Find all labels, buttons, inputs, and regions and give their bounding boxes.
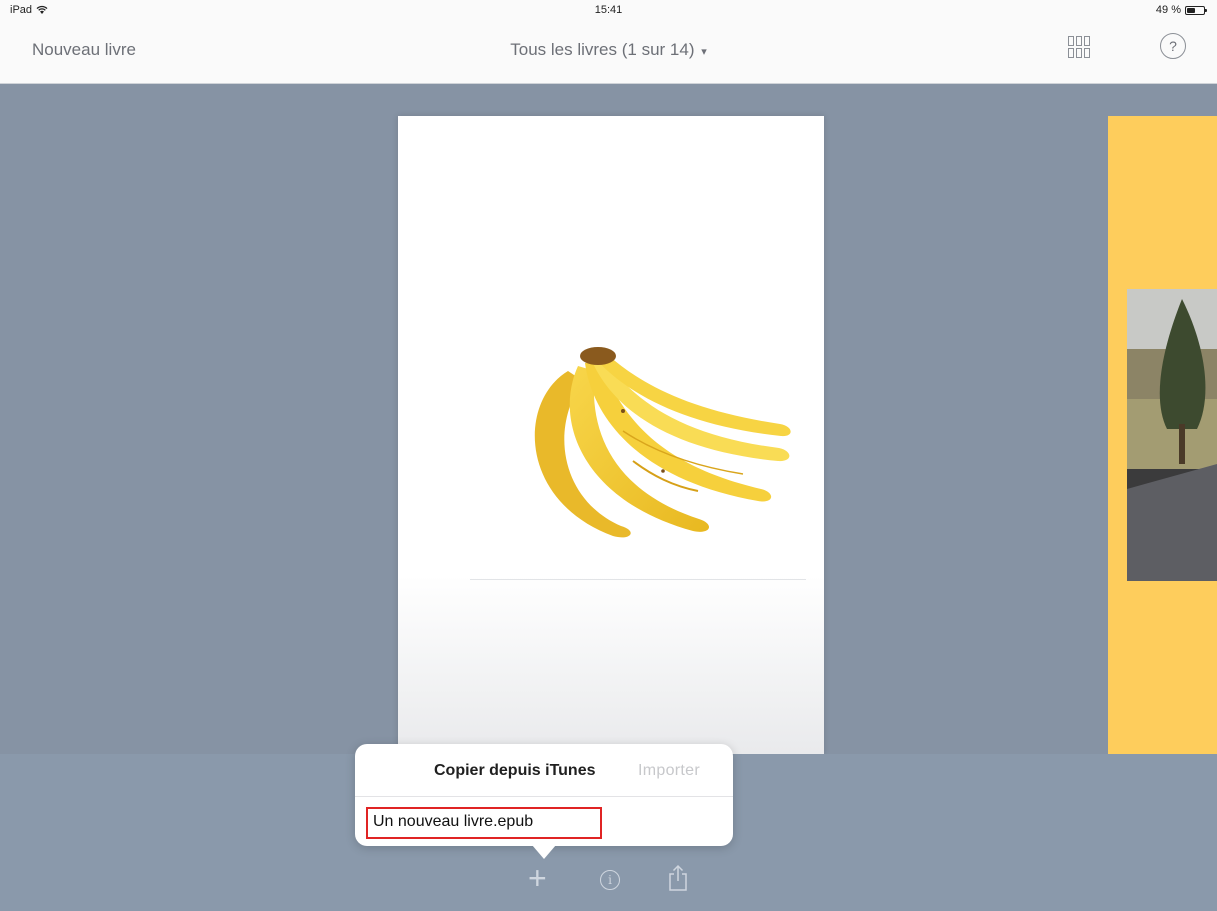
cover-divider <box>470 579 806 580</box>
popover-header: Copier depuis iTunes Importer <box>355 744 733 797</box>
library-title: Tous les livres (1 sur 14) <box>510 40 695 59</box>
library-title-dropdown[interactable]: Tous les livres (1 sur 14) ▾ <box>0 40 1217 60</box>
battery-icon <box>1185 5 1207 15</box>
battery-fill <box>1187 7 1195 13</box>
import-popover: Copier depuis iTunes Importer Un nouveau… <box>355 744 733 846</box>
status-left: iPad <box>10 4 48 16</box>
banana-image <box>534 347 791 538</box>
book-cover-current[interactable] <box>398 116 824 754</box>
info-button[interactable]: i <box>600 870 620 890</box>
device-name: iPad <box>10 4 33 16</box>
book-carousel <box>0 84 1217 754</box>
wifi-icon <box>36 5 48 14</box>
battery-percent: 49 % <box>1155 4 1181 16</box>
chevron-down-icon: ▾ <box>701 46 707 58</box>
file-item-epub[interactable]: Un nouveau livre.epub <box>366 807 602 839</box>
status-right: 49 % <box>1155 4 1207 16</box>
import-button[interactable]: Importer <box>638 762 700 780</box>
landscape-photo <box>1127 289 1217 581</box>
popover-arrow <box>532 845 556 859</box>
book-cover-next[interactable] <box>1108 116 1217 754</box>
share-icon[interactable] <box>667 864 689 892</box>
popover-title: Copier depuis iTunes <box>434 762 596 779</box>
nav-bar: Nouveau livre Tous les livres (1 sur 14)… <box>0 22 1217 84</box>
help-button[interactable]: ? <box>1160 33 1186 59</box>
status-bar: iPad 15:41 49 % <box>0 0 1217 22</box>
status-time: 15:41 <box>594 4 623 16</box>
grid-view-icon[interactable] <box>1068 36 1090 58</box>
add-book-button[interactable]: + <box>528 862 547 894</box>
